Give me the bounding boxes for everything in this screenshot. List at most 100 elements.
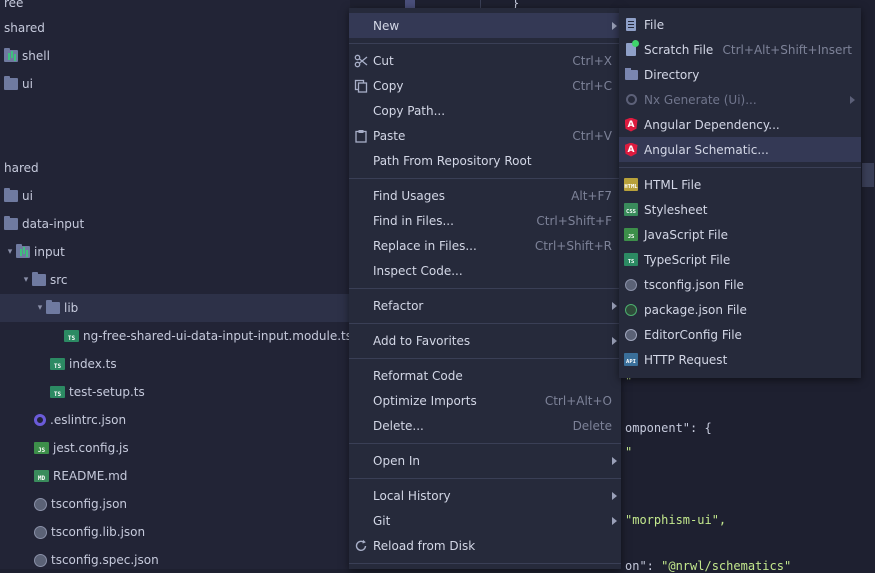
menu-item-label: Add to Favorites — [373, 333, 471, 348]
css-file-icon: CSS — [624, 203, 638, 217]
tree-row[interactable]: ▾ src — [0, 266, 350, 294]
menu-item-open-in[interactable]: Open In — [349, 448, 621, 473]
chevron-down-icon[interactable]: ▾ — [34, 302, 46, 314]
menu-item-shortcut: Ctrl+Alt+O — [544, 393, 612, 408]
editor-scrollbar[interactable] — [861, 0, 875, 569]
folder-icon — [624, 67, 638, 82]
json-config-icon — [34, 525, 47, 539]
menu-item-reformat-code[interactable]: Reformat Code — [349, 363, 621, 388]
module-folder-icon — [4, 48, 18, 62]
tree-row-label: index.ts — [69, 357, 117, 371]
tree-row[interactable]: hared — [0, 154, 350, 182]
tree-row[interactable]: ui — [0, 182, 350, 210]
chevron-down-icon[interactable]: ▾ — [20, 274, 32, 286]
new-item-editorconfig-file[interactable]: EditorConfig File — [619, 322, 861, 347]
menu-item-label: Replace in Files... — [373, 238, 477, 253]
new-item-html-file[interactable]: HTML HTML File — [619, 172, 861, 197]
menu-item-paste[interactable]: Paste Ctrl+V — [349, 123, 621, 148]
menu-item-inspect-code[interactable]: Inspect Code... — [349, 258, 621, 283]
new-item-stylesheet[interactable]: CSS Stylesheet — [619, 197, 861, 222]
copy-icon — [354, 79, 368, 93]
new-item-http-request[interactable]: API HTTP Request — [619, 347, 861, 372]
tree-row[interactable]: TS test-setup.ts — [0, 378, 350, 406]
tree-row[interactable]: tsconfig.json — [0, 490, 350, 518]
new-item-nx-generate-ui: Nx Generate (Ui)... — [619, 87, 861, 112]
new-item-package-json-file[interactable]: package.json File — [619, 297, 861, 322]
tree-row[interactable]: MD README.md — [0, 462, 350, 490]
tree-row-label: src — [50, 273, 68, 287]
menu-separator — [349, 43, 621, 44]
tree-row[interactable]: ui — [0, 70, 350, 98]
tree-row[interactable]: shared — [0, 14, 350, 42]
paste-icon — [354, 129, 368, 143]
menu-item-new[interactable]: New — [349, 13, 621, 38]
tree-row-label: ui — [22, 77, 33, 91]
menu-item-label: tsconfig.json File — [644, 277, 744, 292]
scrollbar-thumb[interactable] — [862, 163, 874, 187]
angular-icon: A — [624, 142, 638, 157]
menu-item-copy-path[interactable]: Copy Path... — [349, 98, 621, 123]
reload-icon — [354, 539, 368, 553]
new-item-typescript-file[interactable]: TS TypeScript File — [619, 247, 861, 272]
file-icon — [624, 18, 638, 32]
new-item-tsconfig-json-file[interactable]: tsconfig.json File — [619, 272, 861, 297]
new-item-directory[interactable]: Directory — [619, 62, 861, 87]
menu-item-find-in-files[interactable]: Find in Files... Ctrl+Shift+F — [349, 208, 621, 233]
menu-item-copy[interactable]: Copy Ctrl+C — [349, 73, 621, 98]
tree-row-label: ui — [22, 189, 33, 203]
new-item-scratch-file[interactable]: Scratch File Ctrl+Alt+Shift+Insert — [619, 37, 861, 62]
tree-row[interactable]: .eslintrc.json — [0, 406, 350, 434]
menu-item-label: Directory — [644, 67, 700, 82]
scratch-file-icon — [624, 40, 639, 57]
tree-row[interactable]: TS index.ts — [0, 350, 350, 378]
new-item-angular-schematic[interactable]: A Angular Schematic... — [619, 137, 861, 162]
menu-item-reload-from-disk[interactable]: Reload from Disk — [349, 533, 621, 558]
tree-row[interactable]: tsconfig.spec.json — [0, 546, 350, 569]
new-item-javascript-file[interactable]: JS JavaScript File — [619, 222, 861, 247]
package-json-icon — [624, 303, 638, 317]
menu-separator — [349, 358, 621, 359]
tree-row-label: data-input — [22, 217, 85, 231]
folder-icon — [4, 188, 18, 202]
submenu-arrow-icon — [612, 336, 617, 345]
menu-item-label: File — [644, 17, 665, 32]
menu-item-label: Nx Generate (Ui)... — [644, 92, 757, 107]
menu-item-git[interactable]: Git — [349, 508, 621, 533]
typescript-file-icon: TS — [50, 358, 65, 370]
menu-item-delete[interactable]: Delete... Delete — [349, 413, 621, 438]
tree-row[interactable]: ▾ input — [0, 238, 350, 266]
tree-row[interactable]: shell — [0, 42, 350, 70]
menu-item-cut[interactable]: Cut Ctrl+X — [349, 48, 621, 73]
tree-row[interactable]: JS jest.config.js — [0, 434, 350, 462]
menu-item-replace-in-files[interactable]: Replace in Files... Ctrl+Shift+R — [349, 233, 621, 258]
tree-row-label: test-setup.ts — [69, 385, 145, 399]
menu-item-local-history[interactable]: Local History — [349, 483, 621, 508]
menu-item-shortcut: Ctrl+C — [572, 78, 612, 93]
menu-item-label: Reformat Code — [373, 368, 463, 383]
menu-item-label: Cut — [373, 53, 394, 68]
new-item-angular-dependency[interactable]: A Angular Dependency... — [619, 112, 861, 137]
menu-item-path-from-repository-root[interactable]: Path From Repository Root — [349, 148, 621, 173]
tree-row[interactable]: data-input — [0, 210, 350, 238]
menu-item-label: Git — [373, 513, 391, 528]
chevron-down-icon[interactable]: ▾ — [4, 246, 16, 258]
tree-row[interactable]: ▾ lib — [0, 294, 350, 322]
menu-item-label: HTTP Request — [644, 352, 728, 367]
tree-row-label: jest.config.js — [53, 441, 129, 455]
menu-item-add-to-favorites[interactable]: Add to Favorites — [349, 328, 621, 353]
tree-row[interactable]: TS ng-free-shared-ui-data-input-input.mod… — [0, 322, 350, 350]
menu-item-label: TypeScript File — [644, 252, 731, 267]
menu-item-label: Paste — [373, 128, 406, 143]
code-line-5: on": "@nrwl/schematics" — [625, 559, 792, 573]
code-line-2: omponent": { — [625, 421, 712, 435]
tree-row[interactable]: tsconfig.lib.json — [0, 518, 350, 546]
folder-icon — [4, 76, 18, 90]
menu-item-label: Open In — [373, 453, 421, 468]
menu-item-refactor[interactable]: Refactor — [349, 293, 621, 318]
menu-item-optimize-imports[interactable]: Optimize Imports Ctrl+Alt+O — [349, 388, 621, 413]
javascript-file-icon: JS — [34, 442, 49, 454]
html-file-icon: HTML — [624, 178, 638, 192]
menu-item-find-usages[interactable]: Find Usages Alt+F7 — [349, 183, 621, 208]
new-item-file[interactable]: File — [619, 12, 861, 37]
menu-item-label: Path From Repository Root — [373, 153, 532, 168]
